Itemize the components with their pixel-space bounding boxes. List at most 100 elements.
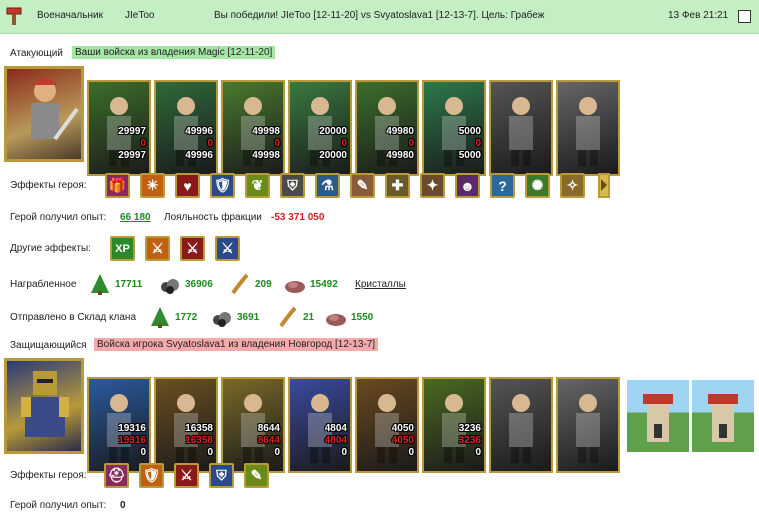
- unit-count-n1: 4804: [324, 423, 347, 434]
- mask-icon[interactable]: ☻: [455, 173, 480, 198]
- attacker-unit-card[interactable]: 49998 0 49998: [221, 80, 285, 176]
- attacker-unit-card[interactable]: 49996 0 49996: [154, 80, 218, 176]
- resource-amount: 15492: [310, 279, 338, 290]
- defender-unit-card[interactable]: 8644 8644 0: [221, 377, 285, 473]
- defender-unit-card[interactable]: 3236 3236 0: [422, 377, 486, 473]
- attacker-unit-card[interactable]: 5000 0 5000: [422, 80, 486, 176]
- resource-amount: 1772: [175, 312, 198, 323]
- resource-amount: 21: [303, 312, 315, 323]
- fruit-icon[interactable]: ❦: [245, 173, 270, 198]
- unit-count-n1: 29997: [118, 126, 146, 137]
- unit-count-n2: 8644: [257, 435, 280, 446]
- sword-icon[interactable]: ⚔: [180, 236, 205, 261]
- attacker-tag: Ваши войска из владения Magic [12-11-20]: [72, 46, 276, 59]
- unit-count-n3: 5000: [458, 150, 481, 161]
- unit-count-n1: 49996: [185, 126, 213, 137]
- attacker-unit-card[interactable]: [489, 80, 553, 176]
- shield-icon[interactable]: 🛡: [210, 173, 235, 198]
- unit-count-n3: 49998: [252, 150, 280, 161]
- defender-unit-card[interactable]: [489, 377, 553, 473]
- tree-icon: [151, 307, 169, 328]
- sword-icon[interactable]: ⚔: [215, 236, 240, 261]
- attacker-hero-portrait[interactable]: [4, 66, 84, 162]
- attacker-unit-card[interactable]: 20000 0 20000: [288, 80, 352, 176]
- hero-figure-icon: [21, 371, 69, 437]
- crystals-link[interactable]: Кристаллы: [355, 279, 406, 290]
- loot-label: Награбленное: [10, 279, 77, 290]
- sun-icon[interactable]: ☀: [140, 173, 165, 198]
- grain-icon: [279, 306, 297, 328]
- attacker-unit-card[interactable]: 49980 0 49980: [355, 80, 419, 176]
- exp-value-link[interactable]: 66 180: [120, 212, 151, 223]
- attacker-unit-card[interactable]: 29997 0 29997: [87, 80, 151, 176]
- potion-icon[interactable]: ⚗: [315, 173, 340, 198]
- unit-count-n3: 0: [274, 447, 280, 458]
- scroll-right-arrow[interactable]: [598, 173, 610, 198]
- grain-icon: [231, 273, 249, 295]
- loyalty-value: -53 371 050: [271, 212, 325, 223]
- stone-icon: [285, 281, 305, 293]
- gift-icon[interactable]: 🎁: [105, 173, 130, 198]
- unit-count-n1: 8644: [257, 423, 280, 434]
- select-checkbox[interactable]: [738, 10, 751, 23]
- heart-icon[interactable]: ♥: [175, 173, 200, 198]
- defender-unit-card[interactable]: 16358 16358 0: [154, 377, 218, 473]
- unit-figure-icon: [576, 394, 600, 463]
- defender-hero-portrait[interactable]: [4, 358, 84, 454]
- unit-count-n1: 19316: [118, 423, 146, 434]
- unit-figure-icon: [509, 97, 533, 166]
- unit-count-n3: 0: [341, 447, 347, 458]
- unit-count-n1: 20000: [319, 126, 347, 137]
- other-effects-label: Другие эффекты:: [10, 243, 91, 254]
- unit-count-n2: 4804: [324, 435, 347, 446]
- unit-count-n1: 5000: [458, 126, 481, 137]
- cross-icon[interactable]: ✚: [385, 173, 410, 198]
- bird-icon[interactable]: ✦: [420, 173, 445, 198]
- question-icon[interactable]: ?: [490, 173, 515, 198]
- resource-amount: 36906: [185, 279, 213, 290]
- unit-count-n3: 0: [408, 447, 414, 458]
- unit-count-n3: 0: [475, 447, 481, 458]
- rune-icon[interactable]: ✧: [560, 173, 585, 198]
- unit-count-n3: 49980: [386, 150, 414, 161]
- scroll-icon[interactable]: ✎: [350, 173, 375, 198]
- battle-result: Вы победили! JIeToo [12-11-20] vs Svyato…: [214, 10, 545, 21]
- unit-count-n2: 0: [475, 138, 481, 149]
- unit-count-n1: 3236: [458, 423, 481, 434]
- shield-icon[interactable]: 🛡: [139, 463, 164, 488]
- xp-effect-icon[interactable]: XP: [110, 236, 135, 261]
- unit-count-n3: 49996: [185, 150, 213, 161]
- unit-count-n1: 49980: [386, 126, 414, 137]
- unit-count-n1: 16358: [185, 423, 213, 434]
- hero-figure-icon: [31, 78, 79, 141]
- armor-icon[interactable]: ⛨: [209, 463, 234, 488]
- tower-image: [627, 380, 689, 452]
- unit-count-n3: 29997: [118, 150, 146, 161]
- unit-count-n2: 0: [207, 138, 213, 149]
- battle-header: Военачальник JIeToo Вы победили! JIeToo …: [0, 0, 759, 34]
- attacker-label: Атакующий: [10, 48, 63, 59]
- unit-figure-icon: [509, 394, 533, 463]
- dragon-icon[interactable]: ✺: [525, 173, 550, 198]
- sword-icon[interactable]: ⚔: [145, 236, 170, 261]
- resource-amount: 1550: [351, 312, 374, 323]
- unit-count-n2: 0: [140, 138, 146, 149]
- player-name[interactable]: JIeToo: [125, 10, 154, 21]
- tree-icon: [91, 274, 109, 295]
- resource-amount: 17711: [115, 279, 143, 290]
- armor-icon[interactable]: ⛨: [280, 173, 305, 198]
- unit-figure-icon: [576, 97, 600, 166]
- resource-amount: 209: [255, 279, 272, 290]
- scroll-icon[interactable]: ✎: [244, 463, 269, 488]
- attacker-unit-card[interactable]: [556, 80, 620, 176]
- defender-unit-card[interactable]: 4804 4804 0: [288, 377, 352, 473]
- sword-icon[interactable]: ⚔: [174, 463, 199, 488]
- sent-label: Отправлено в Склад клана: [10, 312, 137, 323]
- defender-unit-card[interactable]: 4050 4050 0: [355, 377, 419, 473]
- unit-count-n3: 0: [207, 447, 213, 458]
- defender-unit-card[interactable]: [556, 377, 620, 473]
- battle-date: 13 Фев 21:21: [668, 10, 729, 21]
- defender-unit-card[interactable]: 19316 19316 0: [87, 377, 151, 473]
- unit-count-n3: 20000: [319, 150, 347, 161]
- helmet-icon[interactable]: ⛑: [104, 463, 129, 488]
